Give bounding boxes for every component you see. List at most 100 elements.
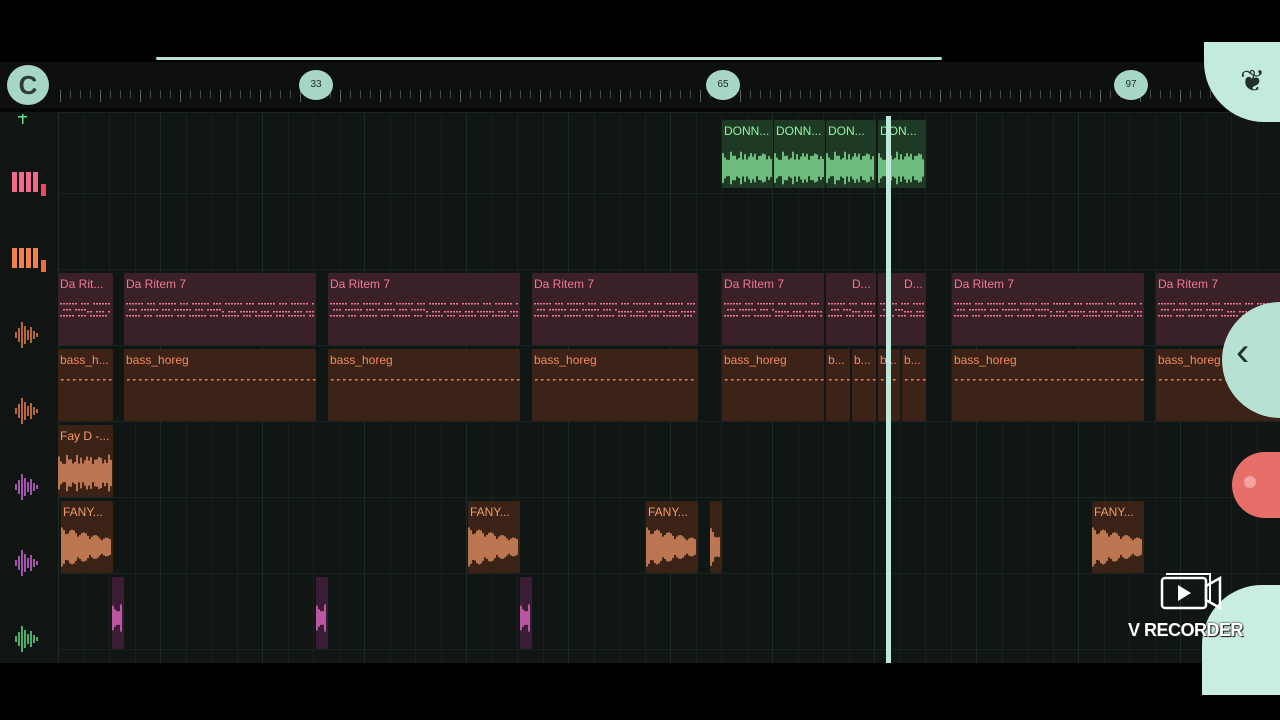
audio-waveform-icon[interactable] [8,622,48,656]
record-icon [1244,476,1256,488]
stepper-icon[interactable] [8,112,48,126]
audio-clip-fay-d[interactable]: Fay D -... [58,425,113,497]
audio-clip-donn[interactable]: DONN... [774,120,825,188]
playlist-grid[interactable]: DONN... DONN... DON... DON... Da Rit... … [58,112,1280,663]
clip-label: Da Ritem 7 [1158,277,1219,291]
ruler-tick [810,90,811,98]
clip-waveform [112,603,124,633]
pattern-clip-da-ritem[interactable]: Da Ritem 7 [722,273,824,345]
pattern-clip-bass-horeg[interactable]: bass_horeg [124,349,316,421]
audio-clip-fany[interactable] [710,501,722,573]
ruler-tick [70,90,71,98]
audio-clip-fany[interactable]: FANY... [468,501,520,573]
clip-waveform [520,603,532,633]
pattern-clip-da-ritem[interactable]: Da Rit... [58,273,113,345]
ruler-tick [570,90,571,98]
audio-waveform-icon[interactable] [8,470,48,504]
ruler-tick [340,90,341,102]
piano-roll-icon[interactable] [8,166,48,200]
ruler-tick [170,90,171,98]
ruler-tick [650,90,651,98]
audio-clip-fany[interactable]: FANY... [61,501,113,573]
pattern-clip-da-ritem[interactable]: D... [826,273,876,345]
clip-notes [58,371,113,411]
pattern-clip-bass-horeg[interactable]: bass_horeg [952,349,1144,421]
ruler-tick [190,90,191,98]
audio-clip-fany[interactable]: FANY... [1092,501,1144,573]
ruler-tick [970,90,971,98]
audio-waveform-icon[interactable] [8,394,48,428]
ruler-tick [410,90,411,98]
pattern-clip-bass-horeg[interactable]: bass_h... [58,349,113,421]
clip-waveform [468,527,520,567]
ruler-tick [700,90,701,102]
ruler-tick [900,90,901,102]
clip-label: bass_horeg [954,353,1017,367]
ruler-tick [980,90,981,102]
ruler-tick [270,90,271,98]
pattern-clip-da-ritem[interactable]: Da Ritem 7 [532,273,698,345]
clip-label: DONN... [776,124,822,138]
audio-clip-fany[interactable]: FANY... [646,501,698,573]
ruler-tick [560,90,561,98]
pattern-clip-da-ritem[interactable]: Da Ritem 7 [328,273,520,345]
bar-marker-65[interactable]: 65 [706,70,740,100]
ruler-tick [530,90,531,98]
ruler-tick [920,90,921,98]
magnet-snap-button[interactable]: C [7,65,49,105]
audio-clip-small[interactable] [520,577,532,649]
pattern-clip-bass-horeg[interactable]: b... [826,349,850,421]
clip-waveform [774,150,825,186]
clip-label: D... [904,277,923,291]
audio-waveform-icon[interactable] [8,546,48,580]
ruler-tick [860,90,861,102]
playhead[interactable] [886,116,891,663]
ruler-tick [80,90,81,98]
ruler-tick [690,90,691,98]
clip-label: b... [904,353,921,367]
clip-label: bass_horeg [724,353,787,367]
ruler-tick [1010,90,1011,98]
ruler-tick [1100,90,1101,102]
clip-label: FANY... [470,505,510,519]
ruler-tick [850,90,851,98]
bar-marker-97[interactable]: 97 [1114,70,1148,100]
track-divider [58,497,1280,498]
pattern-clip-bass-horeg[interactable]: bass_horeg [532,349,698,421]
bar-marker-33[interactable]: 33 [299,70,333,100]
ruler-tick [400,90,401,98]
clip-label: D... [852,277,871,291]
pattern-clip-bass-horeg[interactable]: b... [852,349,876,421]
audio-clip-small[interactable] [112,577,124,649]
ruler-tick [480,90,481,98]
horizontal-scrollbar[interactable] [156,57,942,60]
ruler-tick [370,90,371,98]
ruler-tick [670,90,671,98]
ruler-tick [610,90,611,98]
ruler-tick [640,90,641,98]
ruler-tick [430,90,431,98]
track-header-panel [0,112,59,663]
clip-waveform [722,150,773,186]
audio-clip-donn[interactable]: DONN... [722,120,773,188]
pattern-clip-da-ritem[interactable]: Da Ritem 7 [124,273,316,345]
ruler-tick [180,90,181,102]
piano-roll-icon[interactable] [8,242,48,276]
clip-waveform [1092,527,1144,567]
clip-notes [722,371,824,411]
pattern-clip-bass-horeg[interactable]: b... [902,349,926,421]
clip-label: FANY... [648,505,688,519]
pattern-clip-da-ritem[interactable]: Da Ritem 7 [952,273,1144,345]
clip-label: bass_horeg [126,353,189,367]
audio-clip-small[interactable] [316,577,328,649]
ruler-tick [500,90,501,102]
ruler-tick [460,90,461,102]
pattern-clip-bass-horeg[interactable]: bass_horeg [328,349,520,421]
clip-label: bass_horeg [1158,353,1221,367]
audio-clip-don[interactable]: DON... [826,120,876,188]
clip-notes [328,371,520,411]
audio-waveform-icon[interactable] [8,318,48,352]
pattern-clip-bass-horeg[interactable]: bass_horeg [722,349,824,421]
ruler-tick [1090,90,1091,98]
timeline-ruler[interactable]: 33 65 97 [0,62,1280,112]
